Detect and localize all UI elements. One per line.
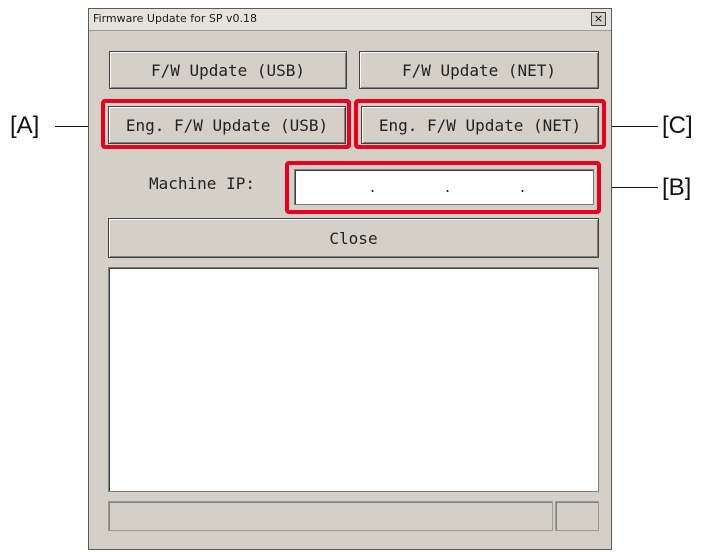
fw-update-net-button[interactable]: F/W Update (NET): [359, 51, 599, 89]
callout-a-label: [A]: [10, 112, 40, 139]
title-bar: Firmware Update for SP v0.18 ×: [89, 9, 611, 31]
status-bar-main: [108, 501, 553, 531]
machine-ip-input[interactable]: . . .: [294, 169, 594, 205]
close-button[interactable]: Close: [108, 218, 599, 258]
callout-c-leader: [606, 126, 658, 127]
firmware-update-window: Firmware Update for SP v0.18 × F/W Updat…: [88, 8, 612, 550]
ip-separator: .: [370, 177, 376, 196]
eng-fw-update-usb-button[interactable]: Eng. F/W Update (USB): [108, 106, 346, 144]
ip-separator: .: [445, 177, 451, 196]
callout-b-label: [B]: [662, 174, 692, 201]
log-output-area[interactable]: [108, 267, 599, 492]
machine-ip-label: Machine IP:: [149, 174, 255, 193]
status-bar-side: [555, 501, 599, 531]
callout-c-label: [C]: [662, 112, 693, 139]
ip-separator: .: [520, 177, 526, 196]
fw-update-usb-button[interactable]: F/W Update (USB): [109, 51, 347, 89]
window-title: Firmware Update for SP v0.18: [93, 12, 257, 25]
close-icon[interactable]: ×: [591, 12, 606, 26]
eng-fw-update-net-button[interactable]: Eng. F/W Update (NET): [361, 106, 599, 144]
